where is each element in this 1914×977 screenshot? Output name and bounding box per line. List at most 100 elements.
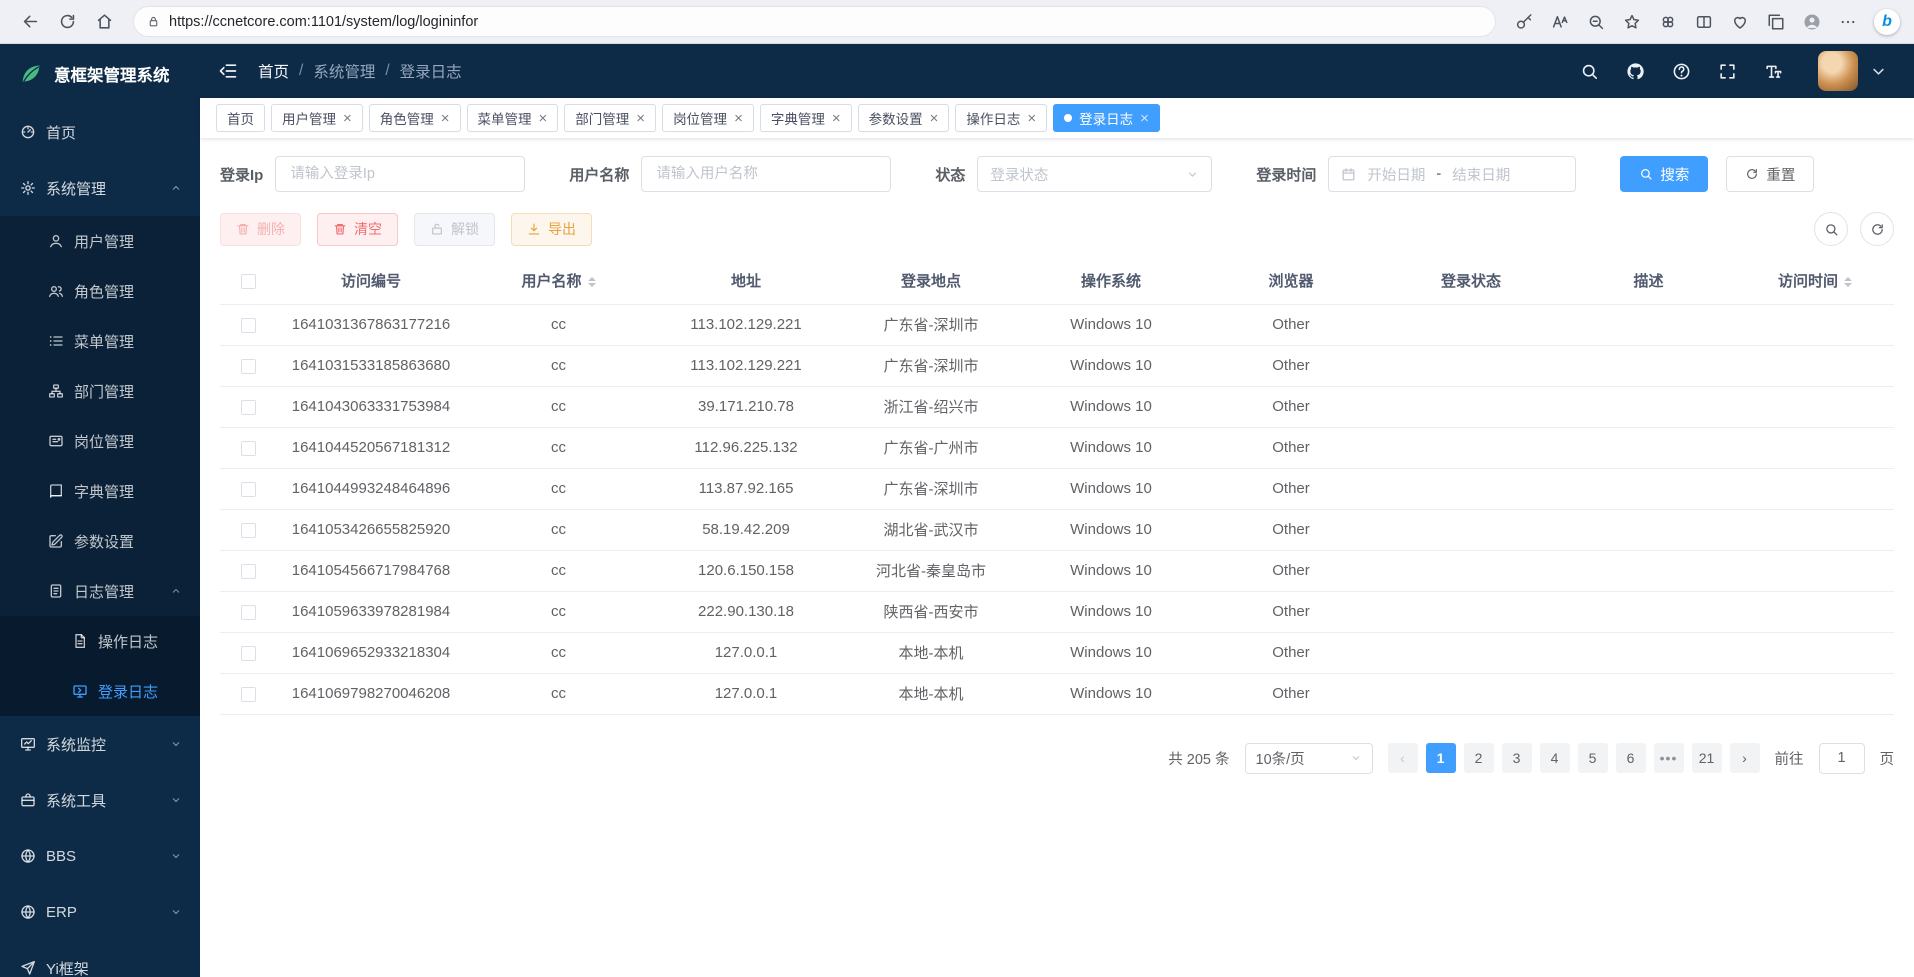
extensions-icon[interactable] xyxy=(1650,13,1686,31)
sidebar-item-15[interactable]: ERP xyxy=(0,884,200,940)
tab-close-icon[interactable]: × xyxy=(539,111,548,126)
row-checkbox[interactable] xyxy=(241,687,256,702)
collections-icon[interactable] xyxy=(1758,13,1794,31)
row-checkbox[interactable] xyxy=(241,441,256,456)
prev-page-button[interactable]: ‹ xyxy=(1388,743,1418,773)
tab-close-icon[interactable]: × xyxy=(930,111,939,126)
page-button-21[interactable]: 21 xyxy=(1692,743,1722,773)
row-checkbox[interactable] xyxy=(241,482,256,497)
refresh-table-button[interactable] xyxy=(1860,212,1894,246)
browser-essentials-icon[interactable] xyxy=(1722,13,1758,31)
sidebar-item-0[interactable]: 首页 xyxy=(0,104,200,160)
breadcrumb-item[interactable]: 首页 xyxy=(258,60,289,82)
table-row[interactable]: 1641044520567181312cc112.96.225.132广东省-广… xyxy=(220,427,1894,468)
sidebar-item-14[interactable]: BBS xyxy=(0,828,200,884)
sort-carets-icon[interactable] xyxy=(588,277,596,287)
table-row[interactable]: 1641043063331753984cc39.171.210.78浙江省-绍兴… xyxy=(220,386,1894,427)
browser-refresh-icon[interactable] xyxy=(49,12,86,31)
tab-0[interactable]: 首页 xyxy=(216,104,265,132)
table-row[interactable]: 1641069798270046208cc127.0.0.1本地-本机Windo… xyxy=(220,673,1894,714)
avatar-caret-icon[interactable] xyxy=(1869,62,1888,81)
table-row[interactable]: 1641054566717984768cc120.6.150.158河北省-秦皇… xyxy=(220,550,1894,591)
sidebar-item-12[interactable]: 系统监控 xyxy=(0,716,200,772)
row-checkbox[interactable] xyxy=(241,400,256,415)
tab-close-icon[interactable]: × xyxy=(636,111,645,126)
tab-close-icon[interactable]: × xyxy=(441,111,450,126)
browser-back-icon[interactable] xyxy=(12,12,49,31)
user-avatar[interactable] xyxy=(1818,51,1858,91)
user-filter-input[interactable] xyxy=(641,156,891,192)
tab-4[interactable]: 部门管理× xyxy=(564,104,656,132)
tab-3[interactable]: 菜单管理× xyxy=(467,104,559,132)
browser-home-icon[interactable] xyxy=(86,12,123,31)
help-icon[interactable] xyxy=(1672,62,1691,81)
zoom-out-icon[interactable] xyxy=(1578,13,1614,31)
header-search-icon[interactable] xyxy=(1580,62,1599,81)
tab-5[interactable]: 岗位管理× xyxy=(662,104,754,132)
login-time-range-picker[interactable]: 开始日期 - 结束日期 xyxy=(1328,156,1576,192)
ip-filter-input[interactable] xyxy=(275,156,525,192)
sidebar-item-9[interactable]: 日志管理 xyxy=(0,566,200,616)
favorites-icon[interactable] xyxy=(1614,13,1650,31)
tab-close-icon[interactable]: × xyxy=(343,111,352,126)
tab-1[interactable]: 用户管理× xyxy=(271,104,363,132)
table-row[interactable]: 1641053426655825920cc58.19.42.209湖北省-武汉市… xyxy=(220,509,1894,550)
row-checkbox[interactable] xyxy=(241,359,256,374)
table-row[interactable]: 1641044993248464896cc113.87.92.165广东省-深圳… xyxy=(220,468,1894,509)
unlock-button[interactable]: 解锁 xyxy=(414,213,495,246)
row-checkbox[interactable] xyxy=(241,605,256,620)
delete-button[interactable]: 删除 xyxy=(220,213,301,246)
tab-2[interactable]: 角色管理× xyxy=(369,104,461,132)
breadcrumb-item[interactable]: 系统管理 xyxy=(313,60,375,82)
page-button-5[interactable]: 5 xyxy=(1578,743,1608,773)
row-checkbox[interactable] xyxy=(241,318,256,333)
tab-9[interactable]: 登录日志× xyxy=(1053,104,1160,132)
sidebar-item-16[interactable]: Yi框架 xyxy=(0,940,200,977)
sidebar-item-10[interactable]: 操作日志 xyxy=(0,616,200,666)
tab-close-icon[interactable]: × xyxy=(832,111,841,126)
split-screen-icon[interactable] xyxy=(1686,13,1722,31)
page-button-4[interactable]: 4 xyxy=(1540,743,1570,773)
page-button-1[interactable]: 1 xyxy=(1426,743,1456,773)
status-select[interactable]: 登录状态 xyxy=(977,156,1212,192)
tab-close-icon[interactable]: × xyxy=(734,111,743,126)
sidebar-item-8[interactable]: 参数设置 xyxy=(0,516,200,566)
page-button-2[interactable]: 2 xyxy=(1464,743,1494,773)
select-all-checkbox[interactable] xyxy=(241,274,256,289)
sidebar-item-6[interactable]: 岗位管理 xyxy=(0,416,200,466)
column-header[interactable]: 用户名称 xyxy=(466,258,651,304)
sidebar-item-13[interactable]: 系统工具 xyxy=(0,772,200,828)
sidebar-item-7[interactable]: 字典管理 xyxy=(0,466,200,516)
row-checkbox[interactable] xyxy=(241,646,256,661)
font-size-icon[interactable] xyxy=(1764,62,1783,81)
tab-close-icon[interactable]: × xyxy=(1140,111,1149,126)
next-page-button[interactable]: › xyxy=(1730,743,1760,773)
read-aloud-icon[interactable] xyxy=(1542,13,1578,31)
row-checkbox[interactable] xyxy=(241,523,256,538)
column-header[interactable]: 访问时间 xyxy=(1736,258,1894,304)
table-row[interactable]: 1641069652933218304cc127.0.0.1本地-本机Windo… xyxy=(220,632,1894,673)
fullscreen-icon[interactable] xyxy=(1718,62,1737,81)
copilot-icon[interactable]: b xyxy=(1874,9,1900,35)
table-row[interactable]: 1641031533185863680cc113.102.129.221广东省-… xyxy=(220,345,1894,386)
fold-sidebar-icon[interactable] xyxy=(218,61,238,81)
sidebar-item-5[interactable]: 部门管理 xyxy=(0,366,200,416)
tab-8[interactable]: 操作日志× xyxy=(955,104,1047,132)
export-button[interactable]: 导出 xyxy=(511,213,592,246)
sidebar-item-1[interactable]: 系统管理 xyxy=(0,160,200,216)
row-checkbox[interactable] xyxy=(241,564,256,579)
clear-button[interactable]: 清空 xyxy=(317,213,398,246)
browser-profile-avatar[interactable] xyxy=(1794,13,1830,31)
browser-address-bar[interactable]: https://ccnetcore.com:1101/system/log/lo… xyxy=(133,6,1496,37)
page-button-6[interactable]: 6 xyxy=(1616,743,1646,773)
toggle-search-button[interactable] xyxy=(1814,212,1848,246)
sidebar-item-11[interactable]: 登录日志 xyxy=(0,666,200,716)
breadcrumb-item[interactable]: 登录日志 xyxy=(400,60,462,82)
tab-close-icon[interactable]: × xyxy=(1027,111,1036,126)
goto-page-input[interactable] xyxy=(1819,743,1865,774)
browser-settings-menu-icon[interactable] xyxy=(1830,13,1866,31)
reset-button[interactable]: 重置 xyxy=(1726,156,1814,192)
sidebar-item-4[interactable]: 菜单管理 xyxy=(0,316,200,366)
password-key-icon[interactable] xyxy=(1506,13,1542,31)
tab-6[interactable]: 字典管理× xyxy=(760,104,852,132)
